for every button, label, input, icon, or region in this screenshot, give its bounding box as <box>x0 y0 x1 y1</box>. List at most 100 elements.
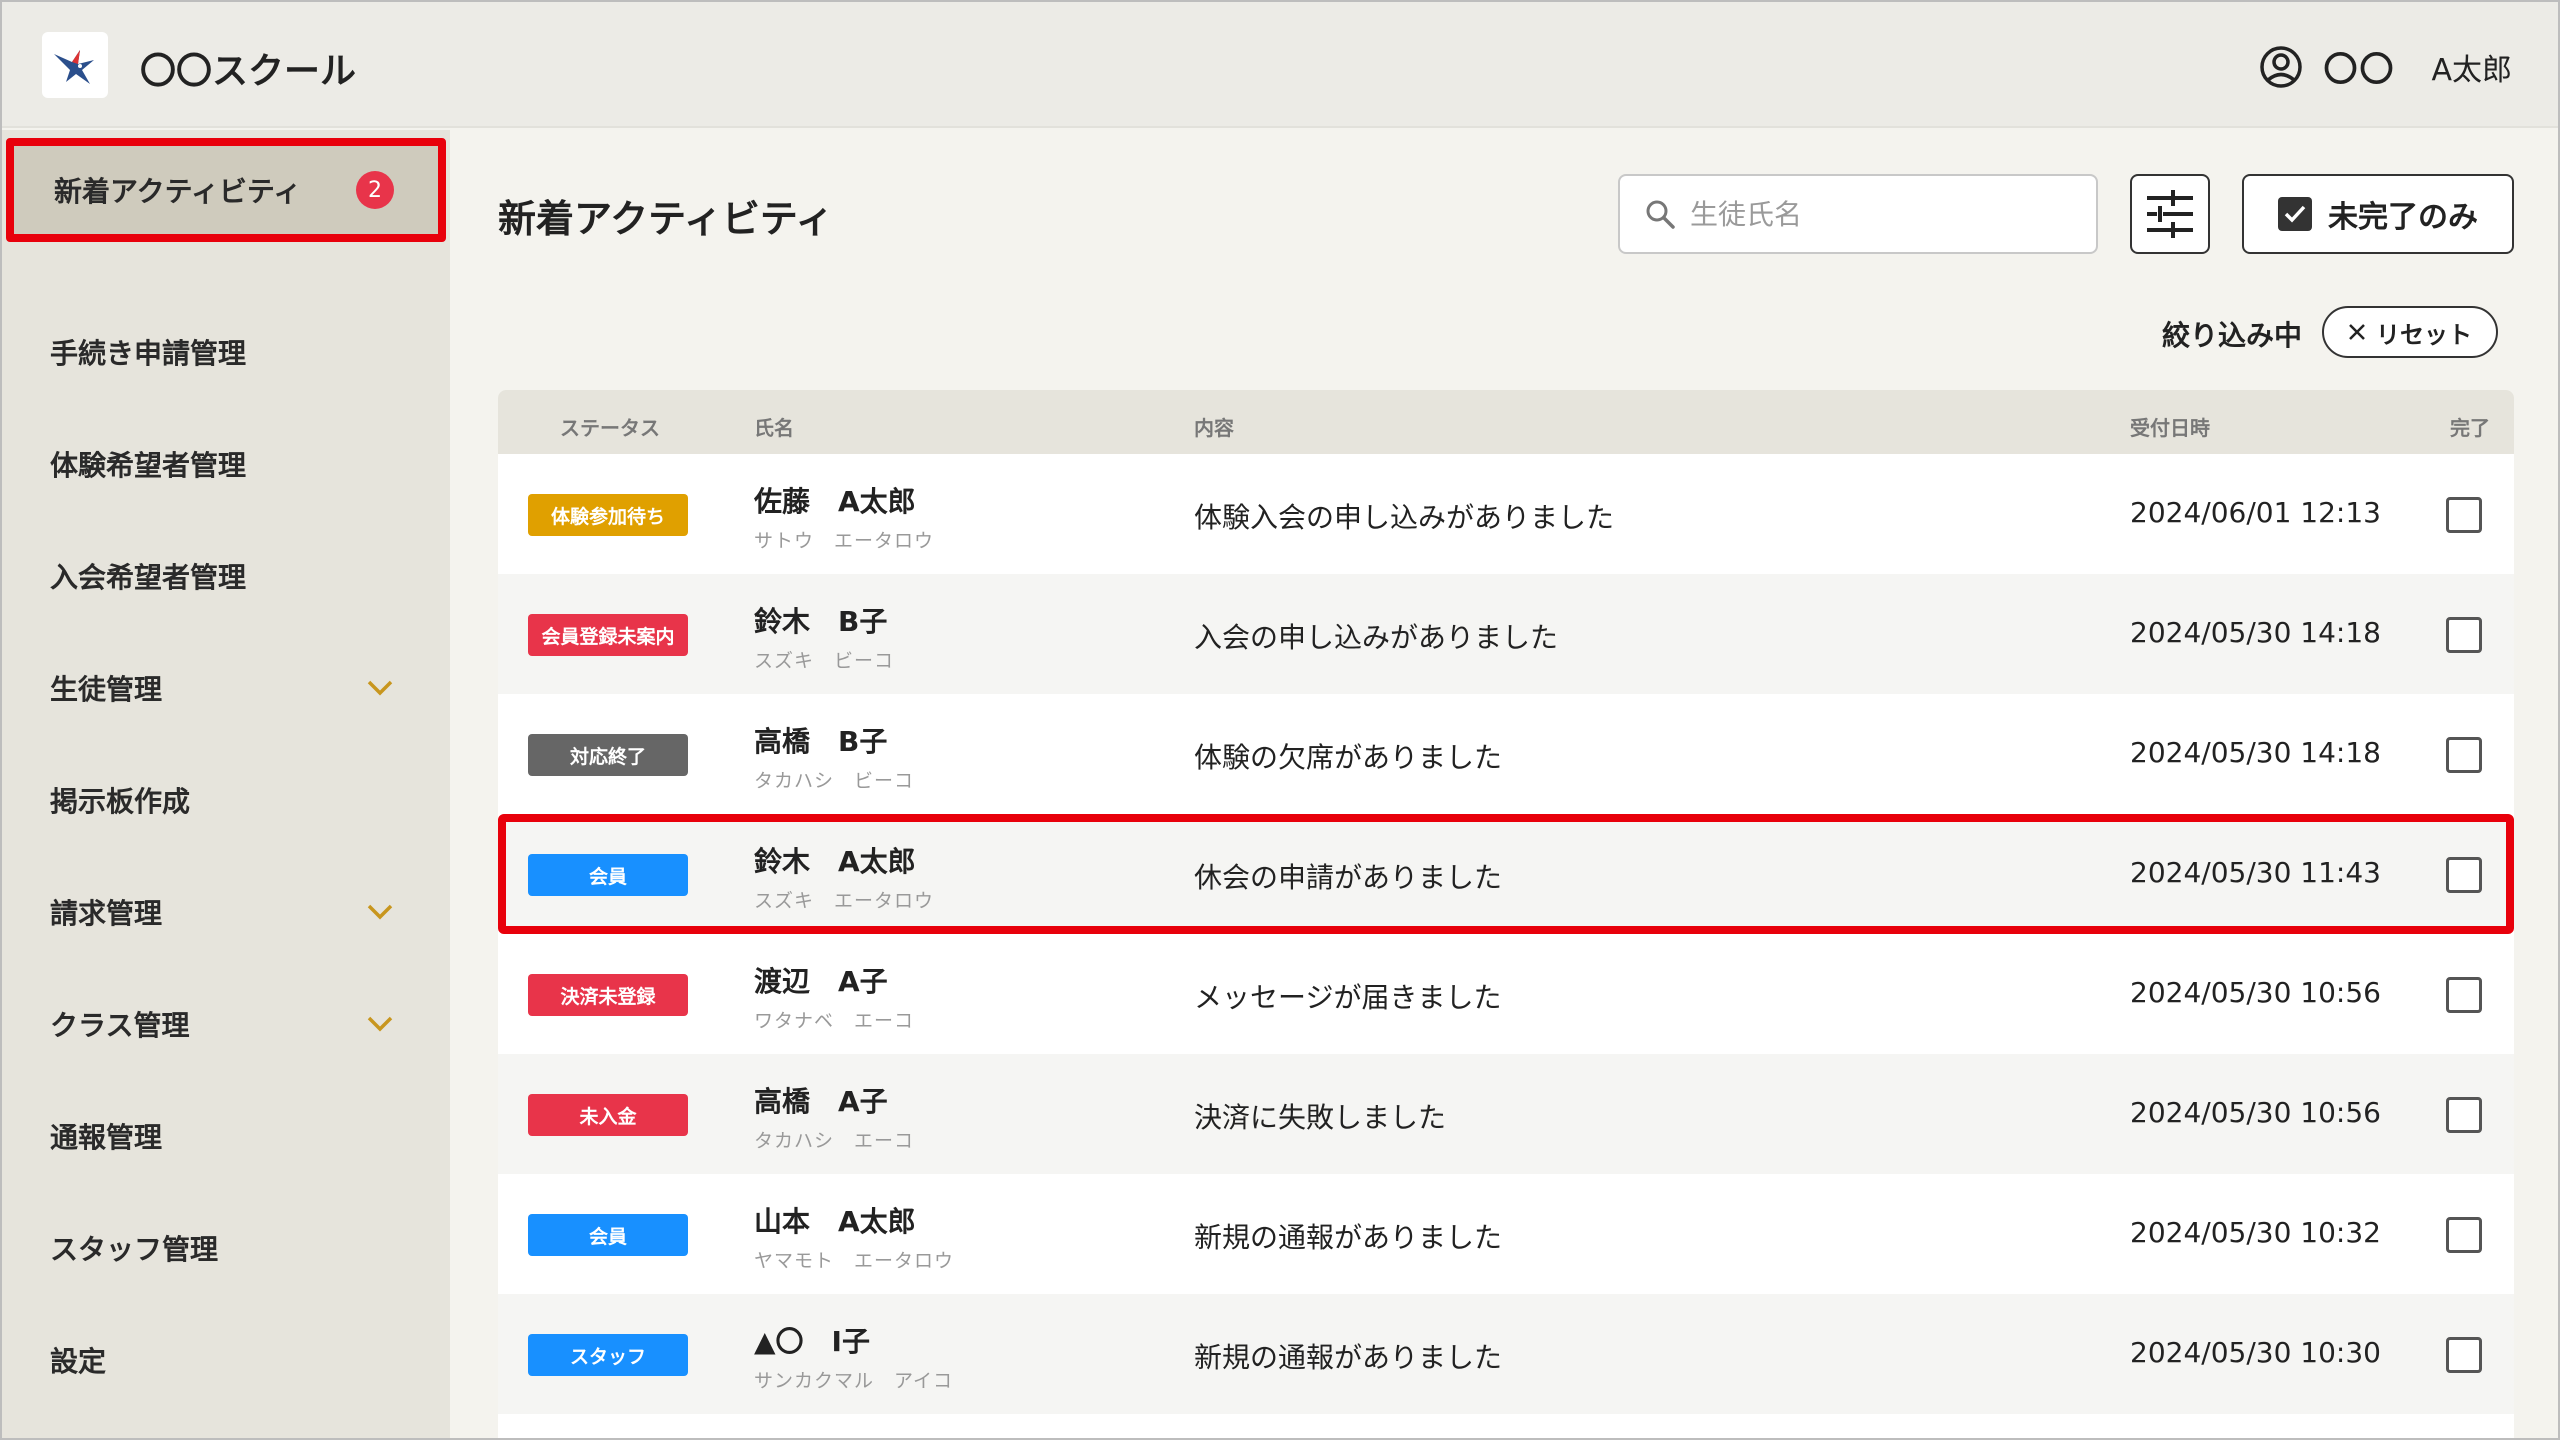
student-name: 佐藤 A太郎 <box>754 485 916 518</box>
sidebar-item-label: 新着アクティビティ <box>54 175 302 208</box>
app-window: 〇〇スクール 〇〇 A太郎 新着アクティビティ 2 手続き申請管理 体験希望者管… <box>0 0 2560 1440</box>
sidebar-item-trial-applicants[interactable]: 体験希望者管理 <box>2 414 450 514</box>
incomplete-only-toggle[interactable]: 未完了のみ <box>2242 174 2514 254</box>
sidebar-item-students[interactable]: 生徒管理 <box>2 638 450 738</box>
app-name: 〇〇スクール <box>140 51 357 92</box>
column-header-content: 内容 <box>1194 416 1234 440</box>
received-datetime: 2024/05/30 10:30 <box>2130 1336 2381 1369</box>
sidebar-item-label: 設定 <box>50 1345 107 1378</box>
column-header-status: ステータス <box>560 416 660 440</box>
student-name: 鈴木 A太郎 <box>754 845 916 878</box>
done-checkbox[interactable] <box>2446 737 2482 773</box>
student-name: 高橋 B子 <box>754 725 888 758</box>
user-name: A太郎 <box>2431 52 2512 88</box>
incomplete-only-label: 未完了のみ <box>2328 200 2478 235</box>
sidebar-item-enrollment-applicants[interactable]: 入会希望者管理 <box>2 526 450 626</box>
student-name-kana: ワタナベ エーコ <box>754 1010 915 1032</box>
sidebar: 新着アクティビティ 2 手続き申請管理 体験希望者管理 入会希望者管理 生徒管理… <box>2 130 450 1438</box>
table-row[interactable]: スタッフ ▲〇 I子 サンカクマル アイコ 新規の通報がありました 2024/0… <box>498 1294 2514 1414</box>
sidebar-item-label: 通報管理 <box>50 1121 163 1154</box>
done-checkbox[interactable] <box>2446 857 2482 893</box>
status-badge: スタッフ <box>528 1334 688 1376</box>
sidebar-item-new-activity[interactable]: 新着アクティビティ 2 <box>6 138 446 242</box>
done-checkbox[interactable] <box>2446 1337 2482 1373</box>
sidebar-item-settings[interactable]: 設定 <box>2 1310 450 1410</box>
school-logo[interactable] <box>42 32 108 98</box>
sidebar-item-label: 手続き申請管理 <box>50 337 247 370</box>
received-datetime: 2024/05/30 11:43 <box>2130 856 2381 889</box>
table-row[interactable]: 会員 山本 A太郎 ヤマモト エータロウ 新規の通報がありました 2024/05… <box>498 1174 2514 1294</box>
student-name-kana: ヤマモト エータロウ <box>754 1250 955 1272</box>
status-badge: 体験参加待ち <box>528 494 688 536</box>
table-row[interactable]: 対応終了 高橋 B子 タカハシ ビーコ 体験の欠席がありました 2024/05/… <box>498 694 2514 814</box>
sidebar-item-reports[interactable]: 通報管理 <box>2 1086 450 1186</box>
status-badge: 会員 <box>528 854 688 896</box>
sidebar-item-label: 入会希望者管理 <box>50 561 247 594</box>
chevron-down-icon <box>367 904 393 920</box>
student-name: 高橋 A子 <box>754 1085 888 1118</box>
table-header: ステータス 氏名 内容 受付日時 完了 <box>498 390 2514 454</box>
done-checkbox[interactable] <box>2446 1097 2482 1133</box>
student-name-kana: サトウ エータロウ <box>754 530 935 552</box>
page-title: 新着アクティビティ <box>498 197 834 241</box>
column-header-done: 完了 <box>2450 416 2490 440</box>
sidebar-item-label: 体験希望者管理 <box>50 449 247 482</box>
student-name: ▲〇 I子 <box>754 1325 870 1358</box>
sidebar-item-label: 掲示板作成 <box>50 785 191 818</box>
column-header-date: 受付日時 <box>2130 416 2210 440</box>
student-name-kana: スズキ エータロウ <box>754 890 935 912</box>
search-input[interactable] <box>1690 197 2070 231</box>
table-row[interactable]: 会員登録未案内 鈴木 B子 スズキ ビーコ 入会の申し込みがありました 2024… <box>498 574 2514 694</box>
student-name-kana: スズキ ビーコ <box>754 650 895 672</box>
user-org: 〇〇 <box>2323 50 2396 90</box>
done-checkbox[interactable] <box>2446 617 2482 653</box>
column-header-name: 氏名 <box>754 416 794 440</box>
sidebar-item-bulletin-board[interactable]: 掲示板作成 <box>2 750 450 850</box>
bird-logo-icon <box>54 50 94 84</box>
done-checkbox[interactable] <box>2446 1217 2482 1253</box>
sidebar-item-procedure-requests[interactable]: 手続き申請管理 <box>2 302 450 402</box>
sidebar-item-staff[interactable]: スタッフ管理 <box>2 1198 450 1298</box>
done-checkbox[interactable] <box>2446 497 2482 533</box>
status-badge: 会員 <box>528 1214 688 1256</box>
reset-filter-button[interactable]: リセット <box>2322 306 2498 358</box>
activity-content: 休会の申請がありました <box>1194 861 1503 894</box>
table-row[interactable]: 決済未登録 渡辺 A子 ワタナベ エーコ メッセージが届きました 2024/05… <box>498 934 2514 1054</box>
chevron-down-icon <box>367 680 393 696</box>
student-name-kana: タカハシ エーコ <box>754 1130 915 1152</box>
sidebar-item-label: 生徒管理 <box>50 673 163 706</box>
sidebar-item-classes[interactable]: クラス管理 <box>2 974 450 1074</box>
search-icon <box>1646 200 1675 229</box>
filter-settings-button[interactable] <box>2130 174 2210 254</box>
sidebar-item-label: 請求管理 <box>50 897 163 930</box>
received-datetime: 2024/06/01 12:13 <box>2130 496 2381 529</box>
activity-content: 入会の申し込みがありました <box>1194 621 1559 654</box>
student-search-box[interactable] <box>1618 174 2098 254</box>
done-checkbox[interactable] <box>2446 977 2482 1013</box>
close-icon <box>2349 324 2365 340</box>
table-row[interactable]: 未入金 高橋 A子 タカハシ エーコ 決済に失敗しました 2024/05/30 … <box>498 1054 2514 1174</box>
sidebar-item-label: クラス管理 <box>50 1009 190 1042</box>
activity-content: 体験入会の申し込みがありました <box>1194 501 1615 534</box>
reset-label: リセット <box>2376 320 2472 349</box>
user-account-icon <box>2260 45 2303 88</box>
activity-table: ステータス 氏名 内容 受付日時 完了 体験参加待ち 佐藤 A太郎 サトウ エー… <box>498 390 2514 1438</box>
status-badge: 対応終了 <box>528 734 688 776</box>
activity-content: 新規の通報がありました <box>1194 1341 1503 1374</box>
checked-checkbox-icon <box>2278 197 2312 231</box>
activity-content: 新規の通報がありました <box>1194 1221 1503 1254</box>
activity-content: 決済に失敗しました <box>1194 1101 1447 1134</box>
table-row-highlighted[interactable]: 会員 鈴木 A太郎 スズキ エータロウ 休会の申請がありました 2024/05/… <box>498 814 2514 934</box>
received-datetime: 2024/05/30 14:18 <box>2130 736 2381 769</box>
status-badge: 会員登録未案内 <box>528 614 688 656</box>
user-menu[interactable]: 〇〇 A太郎 <box>2259 42 2512 91</box>
sidebar-item-billing[interactable]: 請求管理 <box>2 862 450 962</box>
notification-count-badge: 2 <box>356 171 394 209</box>
received-datetime: 2024/05/30 14:18 <box>2130 616 2381 649</box>
received-datetime: 2024/05/30 10:56 <box>2130 1096 2381 1129</box>
status-badge: 決済未登録 <box>528 974 688 1016</box>
table-row[interactable]: 体験参加待ち 佐藤 A太郎 サトウ エータロウ 体験入会の申し込みがありました … <box>498 454 2514 574</box>
student-name: 鈴木 B子 <box>754 605 888 638</box>
filter-status-text: 絞り込み中 <box>2162 319 2303 352</box>
student-name-kana: サンカクマル アイコ <box>754 1370 954 1392</box>
